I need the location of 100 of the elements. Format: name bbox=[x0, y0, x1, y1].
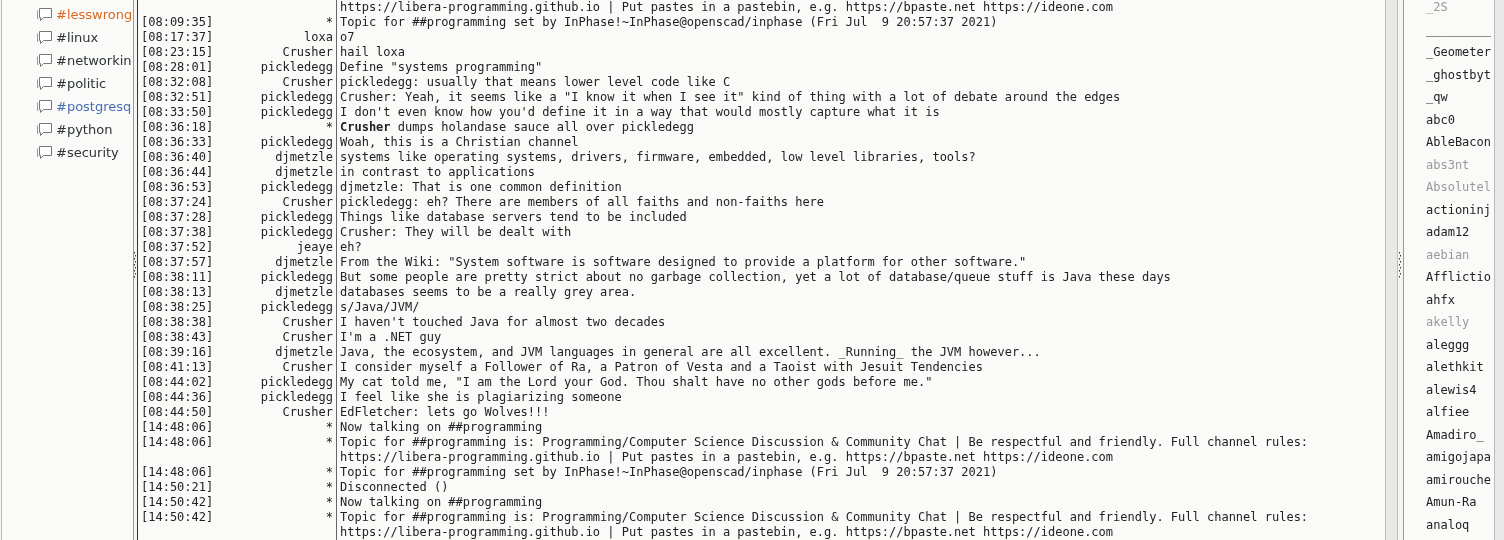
message-text: From the Wiki: "System software is software designed to provide a platform for other software." bbox=[340, 255, 1027, 269]
chat-bubble-icon bbox=[36, 53, 53, 68]
message-text: hail loxa bbox=[340, 45, 406, 59]
nickname: Crusher bbox=[282, 195, 333, 209]
nickname: pickledegg bbox=[260, 270, 333, 284]
message-text: s/Java/JVM/ bbox=[340, 300, 420, 314]
nickname: pickledegg bbox=[260, 375, 333, 389]
channel-name: #politic bbox=[56, 76, 107, 91]
user-nick[interactable]: _________ bbox=[1426, 18, 1494, 41]
scrollbar[interactable] bbox=[1385, 0, 1398, 540]
pane-handle-icon[interactable] bbox=[134, 252, 137, 278]
chat-bubble-icon bbox=[36, 145, 53, 160]
nickname: jeaye bbox=[296, 240, 333, 254]
message-text: systems like operating systems, drivers, firmware, embedded, low level libraries, tools? bbox=[340, 150, 976, 164]
nickname: * bbox=[325, 510, 333, 524]
user-nick[interactable]: Amun-Ra bbox=[1426, 491, 1494, 514]
timestamp: [14:50:42] bbox=[141, 495, 214, 509]
timestamp: [08:37:52] bbox=[141, 240, 214, 254]
timestamp: [08:39:16] bbox=[141, 345, 214, 359]
timestamp: [08:28:01] bbox=[141, 60, 214, 74]
message-text: o7 bbox=[340, 30, 355, 44]
user-nick[interactable]: analoq bbox=[1426, 513, 1494, 536]
timestamp: [08:38:25] bbox=[141, 300, 214, 314]
timestamp: [08:38:38] bbox=[141, 315, 214, 329]
nickname: pickledegg bbox=[260, 390, 333, 404]
nickname: pickledegg bbox=[260, 300, 333, 314]
user-nick[interactable]: _qw bbox=[1426, 86, 1494, 109]
pane-handle-icon[interactable] bbox=[1399, 252, 1402, 278]
chat-bubble-icon bbox=[36, 99, 53, 114]
nickname: pickledegg bbox=[260, 105, 333, 119]
user-nick[interactable]: ahfx bbox=[1426, 288, 1494, 311]
nickname: Crusher bbox=[282, 360, 333, 374]
message-text: https://libera-programming.github.io | Put pastes in a pastebin, e.g. https://bpaste.net https://ideone.com bbox=[340, 450, 1114, 464]
timestamp: [08:37:24] bbox=[141, 195, 214, 209]
message-text: EdFletcher: lets go Wolves!!! bbox=[340, 405, 550, 419]
message-text: pickledegg: eh? There are members of all faiths and non-faiths here bbox=[340, 195, 825, 209]
chat-bubble-icon bbox=[36, 76, 53, 91]
message-text: Java, the ecosystem, and JVM languages in general are all excellent. _Running_ the JVM however... bbox=[340, 345, 1041, 359]
message-text: https://libera-programming.github.io | Put pastes in a pastebin, e.g. https://bpaste.net https://ideone.com bbox=[340, 525, 1114, 539]
user-nick[interactable]: amirouche bbox=[1426, 468, 1494, 491]
channel-item[interactable]: #postgresq bbox=[36, 95, 133, 118]
timestamp: [08:36:53] bbox=[141, 180, 214, 194]
nickname: * bbox=[325, 495, 333, 509]
nickname: * bbox=[325, 480, 333, 494]
timestamp: [08:38:11] bbox=[141, 270, 214, 284]
user-nick[interactable]: aleggg bbox=[1426, 333, 1494, 356]
channel-name: #lesswrong bbox=[56, 7, 133, 22]
user-nick[interactable]: _ghostbyt bbox=[1426, 63, 1494, 86]
timestamp: [08:37:28] bbox=[141, 210, 214, 224]
message-text: Topic for ##programming set by InPhase!~InPhase@openscad/inphase (Fri Jul 9 20:57:37 2021) bbox=[340, 15, 998, 29]
nickname: * bbox=[325, 120, 333, 134]
message-text: But some people are pretty strict about no garbage collection, yet a lot of database/queue stuff is Java these days bbox=[340, 270, 1171, 284]
user-nick[interactable]: AbleBacon bbox=[1426, 131, 1494, 154]
timestamp: [08:09:35] bbox=[141, 15, 214, 29]
user-nick[interactable]: alfiee bbox=[1426, 401, 1494, 424]
user-nick[interactable]: abc0 bbox=[1426, 108, 1494, 131]
user-nick[interactable]: actioninj bbox=[1426, 198, 1494, 221]
nickname: * bbox=[325, 420, 333, 434]
message-text: Crusher: Yeah, it seems like a "I know it when I see it" kind of thing with a lot of debate around the edges bbox=[340, 90, 1121, 104]
user-nick[interactable]: amigojapa bbox=[1426, 446, 1494, 469]
user-nick[interactable]: Afflictio bbox=[1426, 266, 1494, 289]
nickname: pickledegg bbox=[260, 60, 333, 74]
message-text: I'm a .NET guy bbox=[340, 330, 442, 344]
timestamp: [08:32:08] bbox=[141, 75, 214, 89]
timestamp: [08:36:40] bbox=[141, 150, 214, 164]
nickname: djmetzle bbox=[275, 285, 333, 299]
message-text: Topic for ##programming is: Programming/Computer Science Discussion & Community Chat | Be respectful and friendly. Full channel rules: bbox=[340, 435, 1309, 449]
timestamp: [08:38:43] bbox=[141, 330, 214, 344]
nickname: * bbox=[325, 435, 333, 449]
message-text: Things like database servers tend to be included bbox=[340, 210, 687, 224]
message-text: Crusher: They will be dealt with bbox=[340, 225, 572, 239]
channel-name: #python bbox=[56, 122, 113, 137]
message-text: djmetzle: That is one common definition bbox=[340, 180, 622, 194]
user-nick[interactable]: Amadiro_ bbox=[1426, 423, 1494, 446]
timestamp: [08:41:13] bbox=[141, 360, 214, 374]
nickname: djmetzle bbox=[275, 165, 333, 179]
message-text: Woah, this is a Christian channel bbox=[340, 135, 579, 149]
timestamp: [08:36:44] bbox=[141, 165, 214, 179]
chat-bubble-icon bbox=[36, 30, 53, 45]
nickname: pickledegg bbox=[260, 210, 333, 224]
user-nick[interactable]: alethkit bbox=[1426, 356, 1494, 379]
channel-item[interactable]: #security bbox=[36, 141, 133, 164]
channel-item[interactable]: #python bbox=[36, 118, 133, 141]
timestamp: [14:48:06] bbox=[141, 465, 214, 479]
timestamp: [08:38:13] bbox=[141, 285, 214, 299]
nickname: Crusher bbox=[282, 75, 333, 89]
timestamp: [08:17:37] bbox=[141, 30, 214, 44]
nickname: Crusher bbox=[282, 315, 333, 329]
channel-item[interactable]: #networkin bbox=[36, 49, 133, 72]
nickname: pickledegg bbox=[260, 90, 333, 104]
user-nick[interactable]: alewis4 bbox=[1426, 378, 1494, 401]
user-nick[interactable]: adam12 bbox=[1426, 221, 1494, 244]
timestamp: [14:48:06] bbox=[141, 435, 214, 449]
channel-item[interactable]: #linux bbox=[36, 26, 133, 49]
user-nick[interactable]: _Geometer bbox=[1426, 41, 1494, 64]
timestamp: [08:37:38] bbox=[141, 225, 214, 239]
timestamp: [08:44:36] bbox=[141, 390, 214, 404]
message-text: Crusher dumps holandase sauce all over pickledegg bbox=[340, 120, 694, 134]
scrollbar[interactable] bbox=[1494, 0, 1504, 540]
channel-item[interactable]: #politic bbox=[36, 72, 133, 95]
